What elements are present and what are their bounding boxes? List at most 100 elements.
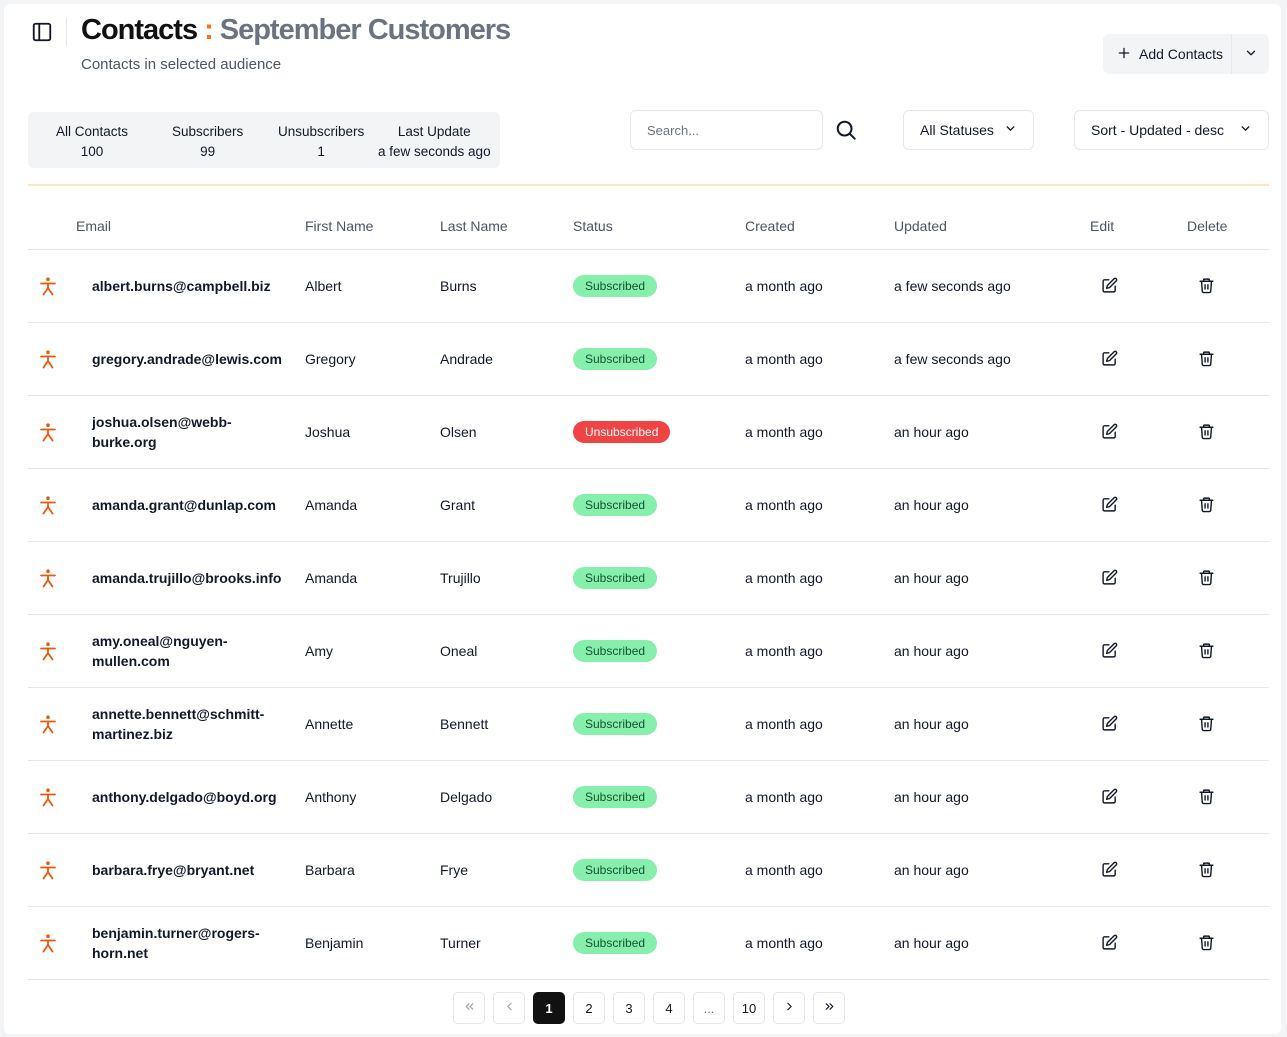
edit-icon[interactable] — [1101, 715, 1119, 733]
page-button-4[interactable]: 4 — [653, 992, 685, 1024]
person-icon — [38, 275, 58, 297]
last-name-cell: Delgado — [440, 789, 493, 805]
edit-icon[interactable] — [1101, 934, 1119, 952]
person-icon — [38, 786, 58, 808]
header-first-name[interactable]: First Name — [305, 218, 373, 234]
header-email[interactable]: Email — [76, 218, 111, 234]
created-cell: a month ago — [745, 278, 823, 294]
table-row: anthony.delgado@boyd.org Anthony Delgado Su… — [28, 761, 1269, 834]
header-created[interactable]: Created — [745, 218, 795, 234]
first-name-cell: Amanda — [305, 570, 358, 586]
trash-icon[interactable] — [1198, 569, 1216, 587]
email-cell: benjamin.turner@rogers-horn.net — [92, 925, 260, 961]
page-title: Contacts: September Customers — [81, 14, 511, 47]
search-input[interactable] — [630, 110, 823, 150]
trash-icon[interactable] — [1198, 350, 1216, 368]
add-contacts-group: Add Contacts — [1103, 34, 1269, 74]
page-button-2[interactable]: 2 — [573, 992, 605, 1024]
status-cell: Subscribed — [573, 713, 658, 735]
page-button-3[interactable]: 3 — [613, 992, 645, 1024]
status-filter-dropdown[interactable]: All Statuses — [903, 110, 1034, 150]
edit-icon[interactable] — [1101, 861, 1119, 879]
add-contacts-menu-button[interactable] — [1231, 34, 1269, 74]
header-last-name[interactable]: Last Name — [440, 218, 508, 234]
header-delete: Delete — [1187, 218, 1228, 234]
table-body: albert.burns@campbell.biz Albert Burns Subs… — [28, 250, 1269, 980]
table-row: barbara.frye@bryant.net Barbara Frye Subscr… — [28, 834, 1269, 907]
updated-cell: an hour ago — [894, 862, 969, 878]
trash-icon[interactable] — [1198, 277, 1216, 295]
last-name-cell: Bennett — [440, 716, 489, 732]
stat-all-contacts: All Contacts 100 — [56, 122, 128, 162]
table-row: amanda.grant@dunlap.com Amanda Grant Subscr… — [28, 469, 1269, 542]
sort-value: Sort - Updated - desc — [1091, 122, 1225, 138]
first-name-cell: Annette — [305, 716, 354, 732]
edit-icon[interactable] — [1101, 788, 1119, 806]
search-icon[interactable] — [834, 118, 858, 142]
first-name-cell: Anthony — [305, 789, 357, 805]
created-cell: a month ago — [745, 424, 823, 440]
created-cell: a month ago — [745, 497, 823, 513]
add-contacts-button[interactable]: Add Contacts — [1103, 34, 1231, 74]
table-header: Email First Name Last Name Status Create… — [28, 200, 1269, 250]
status-cell: Subscribed — [573, 275, 658, 297]
title-separator: : — [204, 14, 214, 46]
trash-icon[interactable] — [1198, 642, 1216, 660]
email-cell: anthony.delgado@boyd.org — [92, 789, 277, 805]
add-contacts-label: Add Contacts — [1139, 46, 1224, 62]
trash-icon[interactable] — [1198, 788, 1216, 806]
created-cell: a month ago — [745, 351, 823, 367]
edit-icon[interactable] — [1101, 277, 1119, 295]
stat-unsubscribers: Unsubscribers 1 — [278, 122, 364, 162]
sort-dropdown[interactable]: Sort - Updated - desc — [1074, 110, 1269, 150]
title-audience: September Customers — [219, 14, 511, 46]
first-name-cell: Benjamin — [305, 935, 364, 951]
plus-icon — [1117, 46, 1131, 63]
status-badge: Subscribed — [573, 275, 658, 297]
trash-icon[interactable] — [1198, 423, 1216, 441]
header-updated[interactable]: Updated — [894, 218, 947, 234]
header-edit: Edit — [1090, 218, 1115, 234]
status-badge: Subscribed — [573, 713, 658, 735]
page-button-1[interactable]: 1 — [533, 992, 565, 1024]
status-cell: Unsubscribed — [573, 421, 671, 443]
trash-icon[interactable] — [1198, 715, 1216, 733]
table-row: joshua.olsen@webb-burke.org Joshua Olsen Un… — [28, 396, 1269, 469]
header-status[interactable]: Status — [573, 218, 613, 234]
title-divider — [66, 18, 67, 46]
audience-stats: All Contacts 100 Subscribers 99 Unsubscr… — [28, 112, 500, 168]
created-cell: a month ago — [745, 716, 823, 732]
stat-label: Last Update — [397, 124, 471, 139]
email-cell: amanda.grant@dunlap.com — [92, 497, 277, 513]
last-page-button[interactable] — [813, 992, 845, 1024]
table-row: amanda.trujillo@brooks.info Amanda Trujill… — [28, 542, 1269, 615]
chevron-left-icon — [503, 1000, 516, 1016]
sidebar-toggle-icon[interactable] — [30, 20, 54, 44]
status-badge: Subscribed — [573, 932, 658, 954]
edit-icon[interactable] — [1101, 350, 1119, 368]
edit-icon[interactable] — [1101, 423, 1119, 441]
first-page-button[interactable] — [453, 992, 485, 1024]
table-row: annette.bennett@schmitt-martinez.biz Anne… — [28, 688, 1269, 761]
stat-value: 100 — [80, 144, 104, 159]
email-cell: amanda.trujillo@brooks.info — [92, 570, 282, 586]
created-cell: a month ago — [745, 935, 823, 951]
page-button-last[interactable]: 10 — [733, 992, 765, 1024]
person-icon — [38, 932, 58, 954]
stat-label: All Contacts — [56, 124, 129, 139]
trash-icon[interactable] — [1198, 496, 1216, 514]
edit-icon[interactable] — [1101, 642, 1119, 660]
status-badge: Subscribed — [573, 786, 658, 808]
edit-icon[interactable] — [1101, 496, 1119, 514]
trash-icon[interactable] — [1198, 934, 1216, 952]
status-badge: Subscribed — [573, 567, 658, 589]
stat-label: Unsubscribers — [278, 124, 365, 139]
next-page-button[interactable] — [773, 992, 805, 1024]
stat-value: 99 — [200, 144, 216, 159]
last-name-cell: Trujillo — [440, 570, 481, 586]
edit-icon[interactable] — [1101, 569, 1119, 587]
previous-page-button[interactable] — [493, 992, 525, 1024]
trash-icon[interactable] — [1198, 861, 1216, 879]
page-ellipsis: ... — [693, 992, 725, 1024]
status-cell: Subscribed — [573, 932, 658, 954]
